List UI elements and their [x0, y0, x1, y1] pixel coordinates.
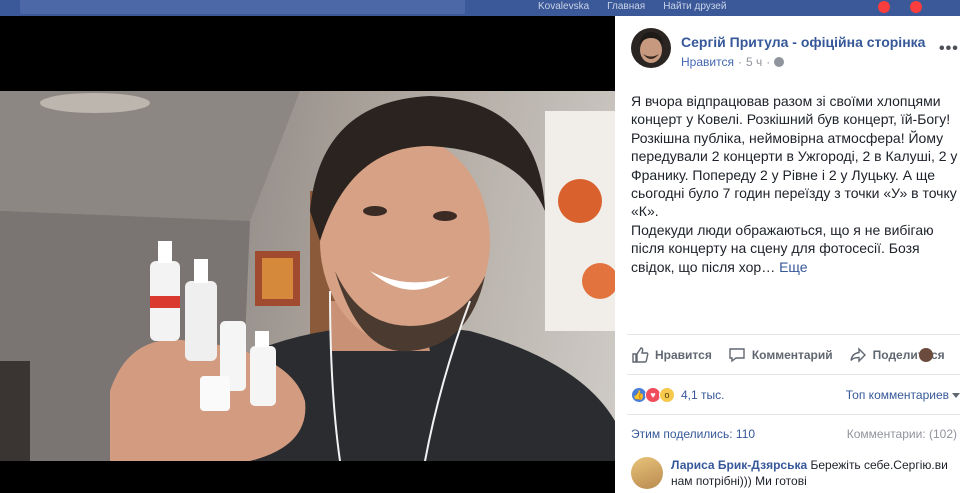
comment-button[interactable]: Комментарий: [728, 346, 833, 364]
comment-bubble-icon: [729, 348, 745, 363]
see-more-link[interactable]: Еще: [779, 259, 808, 275]
wow-reaction-icon: o: [659, 387, 675, 403]
post-timestamp[interactable]: 5 ч: [746, 55, 762, 69]
top-nav-items: Kovalevska Главная Найти друзей: [520, 1, 726, 12]
divider: [627, 374, 960, 375]
top-comments-dropdown[interactable]: Топ комментариев: [846, 388, 960, 402]
nav-item-find-friends[interactable]: Найти друзей: [663, 1, 726, 12]
notification-badge[interactable]: [878, 1, 890, 13]
post-photo[interactable]: [0, 91, 615, 461]
commenter-avatar[interactable]: [631, 457, 663, 489]
post-side-panel: Сергій Притула - офіційна сторінка Нрави…: [615, 16, 960, 493]
divider: [627, 414, 960, 415]
share-button[interactable]: Поделиться: [849, 346, 951, 364]
post-actions: Нравится Комментарий Поделиться: [631, 346, 960, 364]
more-options-icon[interactable]: •••: [939, 40, 959, 58]
post-paragraph-2: Подекуди люди ображаються, що я не вибіг…: [631, 221, 960, 276]
comment-body: Лариса Брик-Дзярська Бережіть себе.Сергі…: [671, 457, 960, 489]
shares-count-link[interactable]: Этим поделились: 110: [631, 427, 755, 441]
share-as-avatar[interactable]: [918, 348, 933, 362]
comments-count[interactable]: Комментарии: (102): [847, 427, 957, 441]
meta-separator: ·: [766, 55, 771, 69]
post-meta: Нравится · 5 ч ·: [681, 55, 785, 69]
avatar-illustration: [639, 32, 663, 63]
photo-illustration: [0, 91, 615, 461]
meta-separator: ·: [737, 55, 742, 69]
search-input[interactable]: [20, 0, 465, 14]
like-button-label: Нравится: [655, 348, 712, 362]
globe-icon[interactable]: [774, 57, 785, 67]
share-arrow-icon: [849, 347, 866, 363]
top-navigation-bar: Kovalevska Главная Найти друзей: [0, 0, 960, 16]
thumbs-up-icon: [632, 347, 649, 363]
share-button-label: Поделиться: [872, 348, 945, 362]
page-name-link[interactable]: Сергій Притула - офіційна сторінка: [681, 34, 925, 50]
messages-badge[interactable]: [910, 1, 922, 13]
photo-stage: [0, 16, 615, 493]
page-avatar[interactable]: [631, 28, 671, 68]
nav-item-profile[interactable]: Kovalevska: [538, 1, 589, 12]
nav-item-home[interactable]: Главная: [607, 1, 645, 12]
photo-viewer-root: Kovalevska Главная Найти друзей Сергій П…: [0, 0, 960, 493]
reaction-count[interactable]: 4,1 тыс.: [681, 388, 724, 402]
like-button[interactable]: Нравится: [631, 346, 712, 364]
page-like-link[interactable]: Нравится: [681, 55, 734, 69]
comment-author-link[interactable]: Лариса Брик-Дзярська: [671, 458, 807, 472]
top-comments-label: Топ комментариев: [845, 388, 949, 402]
post-paragraph: Я вчора відпрацював разом зі своїми хлоп…: [631, 93, 958, 220]
reaction-summary[interactable]: 👍 ♥ o 4,1 тыс.: [631, 387, 724, 403]
chevron-down-icon: [952, 393, 960, 399]
divider: [627, 334, 960, 335]
post-text: Я вчора відпрацював разом зі своїми хлоп…: [631, 92, 960, 276]
comment-button-label: Комментарий: [751, 348, 833, 362]
